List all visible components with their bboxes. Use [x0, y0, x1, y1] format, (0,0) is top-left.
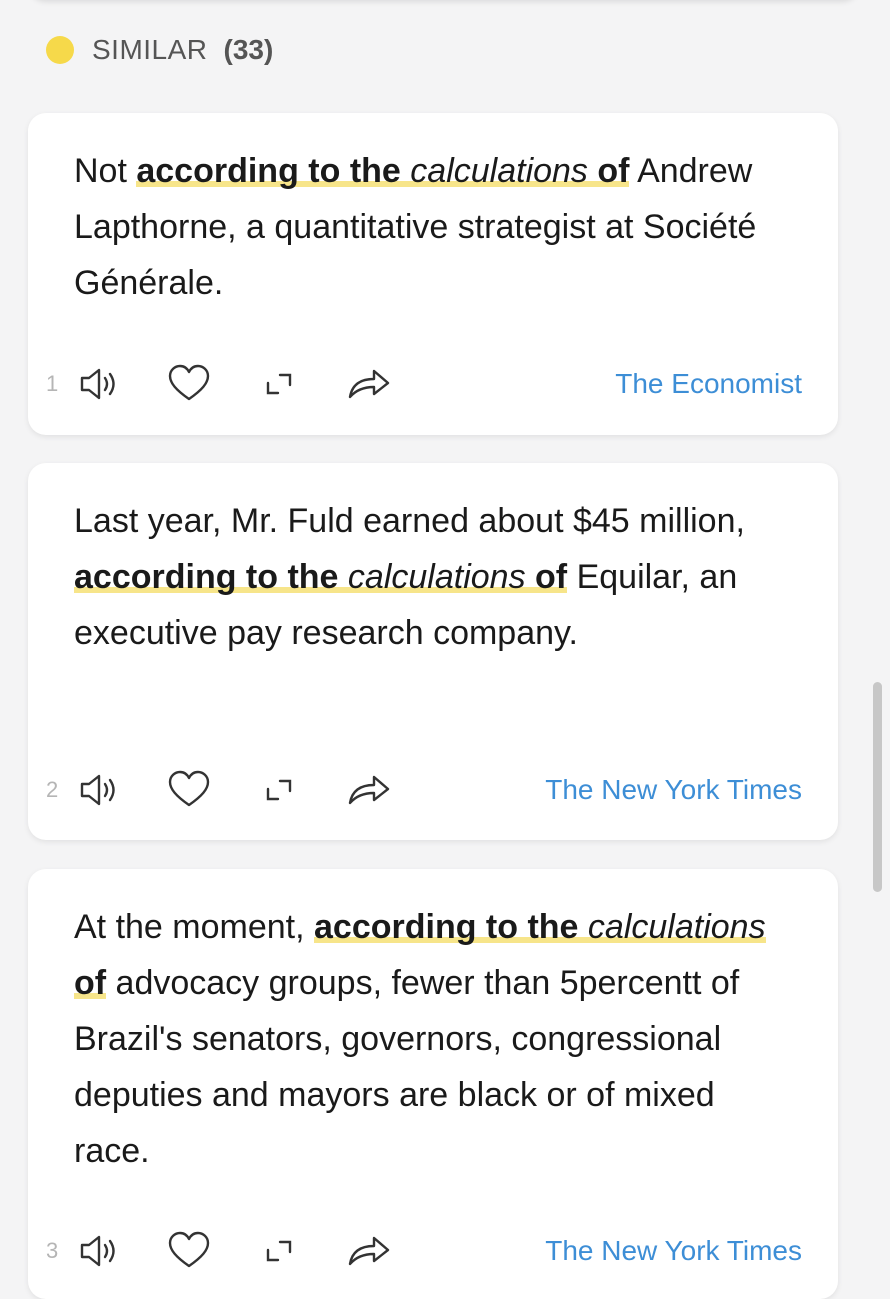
scrollbar-thumb[interactable] [873, 682, 882, 892]
card-actions: 3 The New York Times [46, 1226, 802, 1276]
share-icon[interactable] [346, 1228, 392, 1274]
speaker-icon[interactable] [76, 361, 122, 407]
speaker-icon[interactable] [76, 767, 122, 813]
heart-icon[interactable] [166, 767, 212, 813]
example-sentence[interactable]: Last year, Mr. Fuld earned about $45 mil… [74, 493, 774, 661]
card-number: 3 [46, 1238, 59, 1263]
sentence-text: advocacy groups, fewer than 5percentt of… [74, 964, 740, 1170]
card-actions: 1 The Economist [46, 359, 802, 409]
share-icon[interactable] [346, 361, 392, 407]
phrase-bold: according to the [136, 152, 401, 190]
section-header: SIMILAR (33) [46, 30, 273, 70]
phrase-bold: according to the [74, 558, 339, 596]
example-sentence[interactable]: At the moment, according to the calculat… [74, 899, 774, 1179]
sentence-text: Last year, Mr. Fuld earned about $45 mil… [74, 502, 745, 540]
source-link[interactable]: The New York Times [545, 774, 802, 806]
similar-dot-icon [46, 36, 74, 64]
phrase-of: of [74, 964, 107, 1002]
section-title: SIMILAR [92, 34, 208, 65]
phrase-italic: calculations [410, 152, 588, 190]
speaker-icon[interactable] [76, 1228, 122, 1274]
example-sentence[interactable]: Not according to the calculations of And… [74, 143, 774, 311]
example-card-2: Last year, Mr. Fuld earned about $45 mil… [28, 463, 838, 840]
sentence-text: Not [74, 152, 137, 190]
highlighted-phrase: according to the calculations of [136, 152, 630, 190]
example-card-3: At the moment, according to the calculat… [28, 869, 838, 1299]
card-number: 2 [46, 777, 59, 802]
heart-icon[interactable] [166, 361, 212, 407]
source-link[interactable]: The New York Times [545, 1235, 802, 1267]
phrase-of: of [535, 558, 568, 596]
share-icon[interactable] [346, 767, 392, 813]
expand-icon[interactable] [256, 1228, 302, 1274]
expand-icon[interactable] [256, 767, 302, 813]
phrase-of: of [597, 152, 630, 190]
phrase-italic: calculations [347, 558, 526, 596]
example-card-1: Not according to the calculations of And… [28, 113, 838, 435]
heart-icon[interactable] [166, 1228, 212, 1274]
highlighted-phrase: according to the calculations of [74, 558, 568, 596]
source-link[interactable]: The Economist [615, 368, 802, 400]
card-actions: 2 The New York Times [46, 765, 802, 815]
card-number: 1 [46, 371, 59, 396]
sentence-text: At the moment, [74, 908, 314, 946]
section-count: (33) [223, 34, 274, 65]
expand-icon[interactable] [256, 361, 302, 407]
phrase-bold: according to the [314, 908, 579, 946]
phrase-italic: calculations [587, 908, 766, 946]
